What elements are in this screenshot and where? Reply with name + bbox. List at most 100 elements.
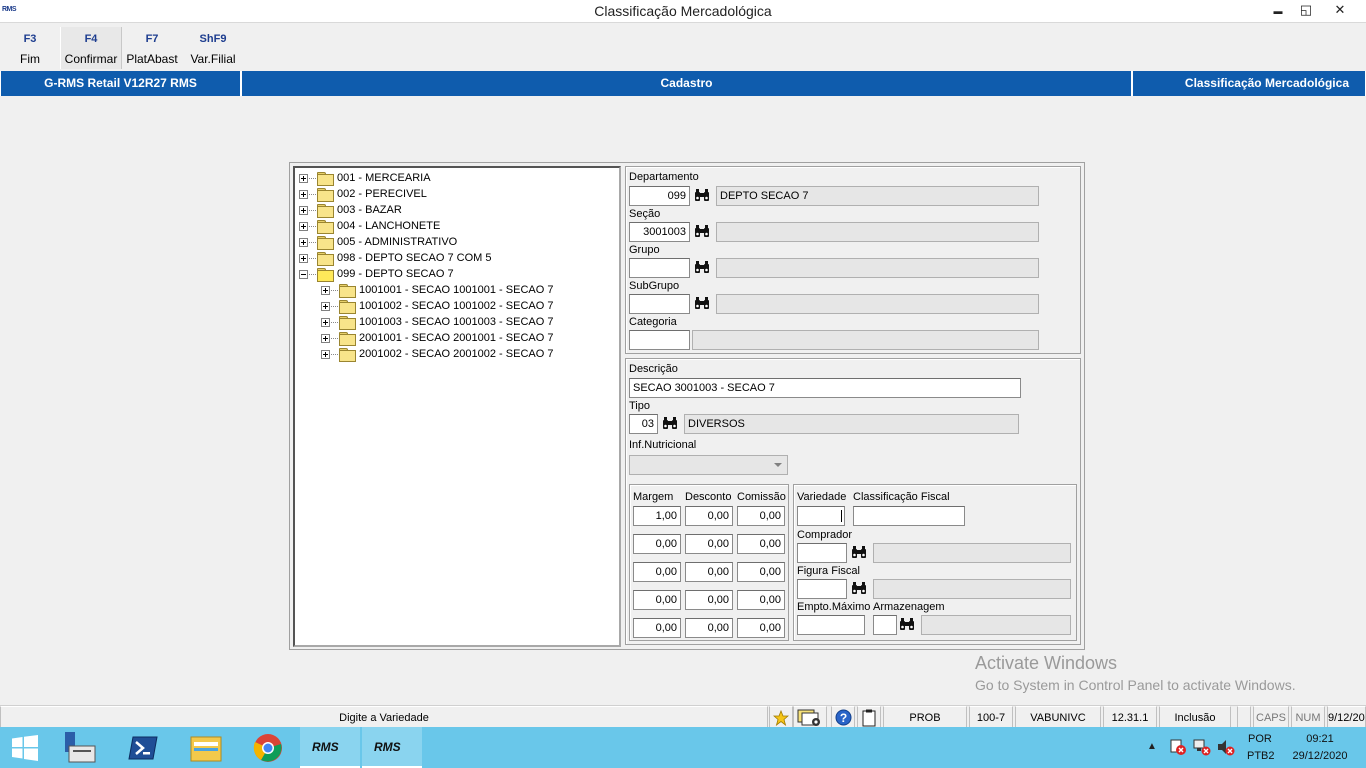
- taskbar-rms-1[interactable]: RMS: [300, 727, 360, 768]
- tray-language[interactable]: POR: [1248, 733, 1272, 745]
- margem-input-3[interactable]: 0,00: [633, 562, 681, 582]
- expand-icon[interactable]: [299, 189, 308, 199]
- margem-input-5[interactable]: 0,00: [633, 618, 681, 638]
- comissao-input-3[interactable]: 0,00: [737, 562, 785, 582]
- taskbar-file-explorer[interactable]: [178, 727, 234, 768]
- tray-security-icon[interactable]: [1169, 738, 1187, 759]
- armazenagem-search-button[interactable]: [897, 615, 917, 635]
- taskbar-server-manager[interactable]: [52, 727, 108, 768]
- tree-connector: [309, 225, 316, 227]
- figura-fiscal-search-button[interactable]: [849, 579, 869, 599]
- windows-button[interactable]: [793, 706, 827, 728]
- tree-node[interactable]: 003 - BAZAR: [299, 202, 619, 219]
- expand-icon[interactable]: [321, 301, 330, 311]
- tree-node[interactable]: 001 - MERCEARIA: [299, 170, 619, 187]
- close-button[interactable]: ✕: [1318, 0, 1362, 20]
- tree-node[interactable]: 098 - DEPTO SECAO 7 COM 5: [299, 250, 619, 267]
- taskbar-rms-2[interactable]: RMS: [362, 727, 422, 768]
- toolbar-fim-button[interactable]: F3 Fim: [0, 27, 60, 69]
- empto-maximo-input[interactable]: [797, 615, 865, 635]
- armazenagem-code-input[interactable]: [873, 615, 897, 635]
- status-db: PROB: [883, 706, 967, 728]
- inf-nutricional-select[interactable]: [629, 455, 788, 475]
- secao-search-button[interactable]: [692, 222, 712, 242]
- comprador-search-button[interactable]: [849, 543, 869, 563]
- tree-node[interactable]: 1001003 - SECAO 1001003 - SECAO 7: [299, 314, 619, 331]
- secao-code-input[interactable]: 3001003: [629, 222, 690, 242]
- desconto-input-1[interactable]: 0,00: [685, 506, 733, 526]
- expand-icon[interactable]: [321, 285, 330, 295]
- departamento-search-button[interactable]: [692, 186, 712, 206]
- departamento-code-input[interactable]: 099: [629, 186, 690, 206]
- taskbar-powershell[interactable]: [115, 727, 171, 768]
- expand-icon[interactable]: [299, 237, 308, 247]
- comissao-input-1[interactable]: 0,00: [737, 506, 785, 526]
- title-bar: RMS Classificação Mercadológica ▬ ◱ ✕: [0, 0, 1366, 23]
- expand-icon[interactable]: [321, 317, 330, 327]
- module-name: Cadastro: [241, 71, 1132, 96]
- help-button[interactable]: ?: [831, 706, 855, 728]
- expand-icon[interactable]: [299, 173, 308, 183]
- tree-node[interactable]: 1001002 - SECAO 1001002 - SECAO 7: [299, 298, 619, 315]
- toolbar-confirmar-button[interactable]: F4 Confirmar: [60, 27, 122, 69]
- grupo-search-button[interactable]: [692, 258, 712, 278]
- subgrupo-search-button[interactable]: [692, 294, 712, 314]
- favorites-button[interactable]: [769, 706, 793, 728]
- folder-icon: [317, 252, 334, 267]
- desconto-input-5[interactable]: 0,00: [685, 618, 733, 638]
- tree-node[interactable]: 099 - DEPTO SECAO 7: [299, 266, 619, 283]
- expand-icon[interactable]: [299, 221, 308, 231]
- margem-input-4[interactable]: 0,00: [633, 590, 681, 610]
- comissao-input-2[interactable]: 0,00: [737, 534, 785, 554]
- tree-node[interactable]: 002 - PERECIVEL: [299, 186, 619, 203]
- variedade-input[interactable]: [797, 506, 845, 526]
- folder-open-icon: [317, 268, 334, 283]
- tray-volume-icon[interactable]: [1217, 738, 1235, 759]
- expand-icon[interactable]: [299, 205, 308, 215]
- comissao-input-5[interactable]: 0,00: [737, 618, 785, 638]
- grupo-desc-field: [716, 258, 1039, 278]
- desconto-input-4[interactable]: 0,00: [685, 590, 733, 610]
- expand-icon[interactable]: [321, 349, 330, 359]
- tray-network-icon[interactable]: [1193, 738, 1211, 759]
- variedade-label: Variedade: [797, 491, 847, 503]
- taskbar-chrome[interactable]: [240, 727, 296, 768]
- figura-fiscal-code-input[interactable]: [797, 579, 847, 599]
- tray-date[interactable]: 29/12/2020: [1288, 750, 1352, 762]
- chrome-icon: [240, 734, 283, 766]
- tray-time[interactable]: 09:21: [1288, 733, 1352, 745]
- clipboard-button[interactable]: [857, 706, 881, 728]
- tree-node-label: 003 - BAZAR: [337, 204, 402, 217]
- tree-node[interactable]: 004 - LANCHONETE: [299, 218, 619, 235]
- descricao-input[interactable]: SECAO 3001003 - SECAO 7: [629, 378, 1021, 398]
- margem-input-2[interactable]: 0,00: [633, 534, 681, 554]
- collapse-icon[interactable]: [299, 269, 308, 279]
- desconto-input-3[interactable]: 0,00: [685, 562, 733, 582]
- classificacao-fiscal-input[interactable]: [853, 506, 965, 526]
- expand-icon[interactable]: [299, 253, 308, 263]
- tipo-code-input[interactable]: 03: [629, 414, 658, 434]
- toolbar-key: F7: [145, 33, 159, 45]
- activate-windows-subtitle: Go to System in Control Panel to activat…: [975, 677, 1296, 693]
- expand-icon[interactable]: [321, 333, 330, 343]
- subgrupo-code-input[interactable]: [629, 294, 690, 314]
- tree-node[interactable]: 2001002 - SECAO 2001002 - SECAO 7: [299, 346, 619, 363]
- tray-keyboard-layout[interactable]: PTB2: [1247, 750, 1275, 762]
- desconto-input-2[interactable]: 0,00: [685, 534, 733, 554]
- start-button[interactable]: [0, 727, 50, 768]
- categoria-desc-field: [692, 330, 1039, 350]
- tipo-search-button[interactable]: [660, 414, 680, 434]
- margem-input-1[interactable]: 1,00: [633, 506, 681, 526]
- toolbar-varfilial-button[interactable]: ShF9 Var.Filial: [183, 27, 243, 69]
- grupo-code-input[interactable]: [629, 258, 690, 278]
- tray-chevron-up-icon[interactable]: ▲: [1147, 741, 1157, 752]
- tree-node[interactable]: 005 - ADMINISTRATIVO: [299, 234, 619, 251]
- tree-node[interactable]: 2001001 - SECAO 2001001 - SECAO 7: [299, 330, 619, 347]
- categoria-code-input[interactable]: [629, 330, 690, 350]
- comissao-input-4[interactable]: 0,00: [737, 590, 785, 610]
- tree-node[interactable]: 1001001 - SECAO 1001001 - SECAO 7: [299, 282, 619, 299]
- classification-tree[interactable]: 001 - MERCEARIA 002 - PERECIVEL 003 - BAZA…: [293, 166, 621, 647]
- toolbar-platabast-button[interactable]: F7 PlatAbast: [122, 27, 182, 69]
- status-caps: CAPS: [1253, 706, 1289, 728]
- comprador-code-input[interactable]: [797, 543, 847, 563]
